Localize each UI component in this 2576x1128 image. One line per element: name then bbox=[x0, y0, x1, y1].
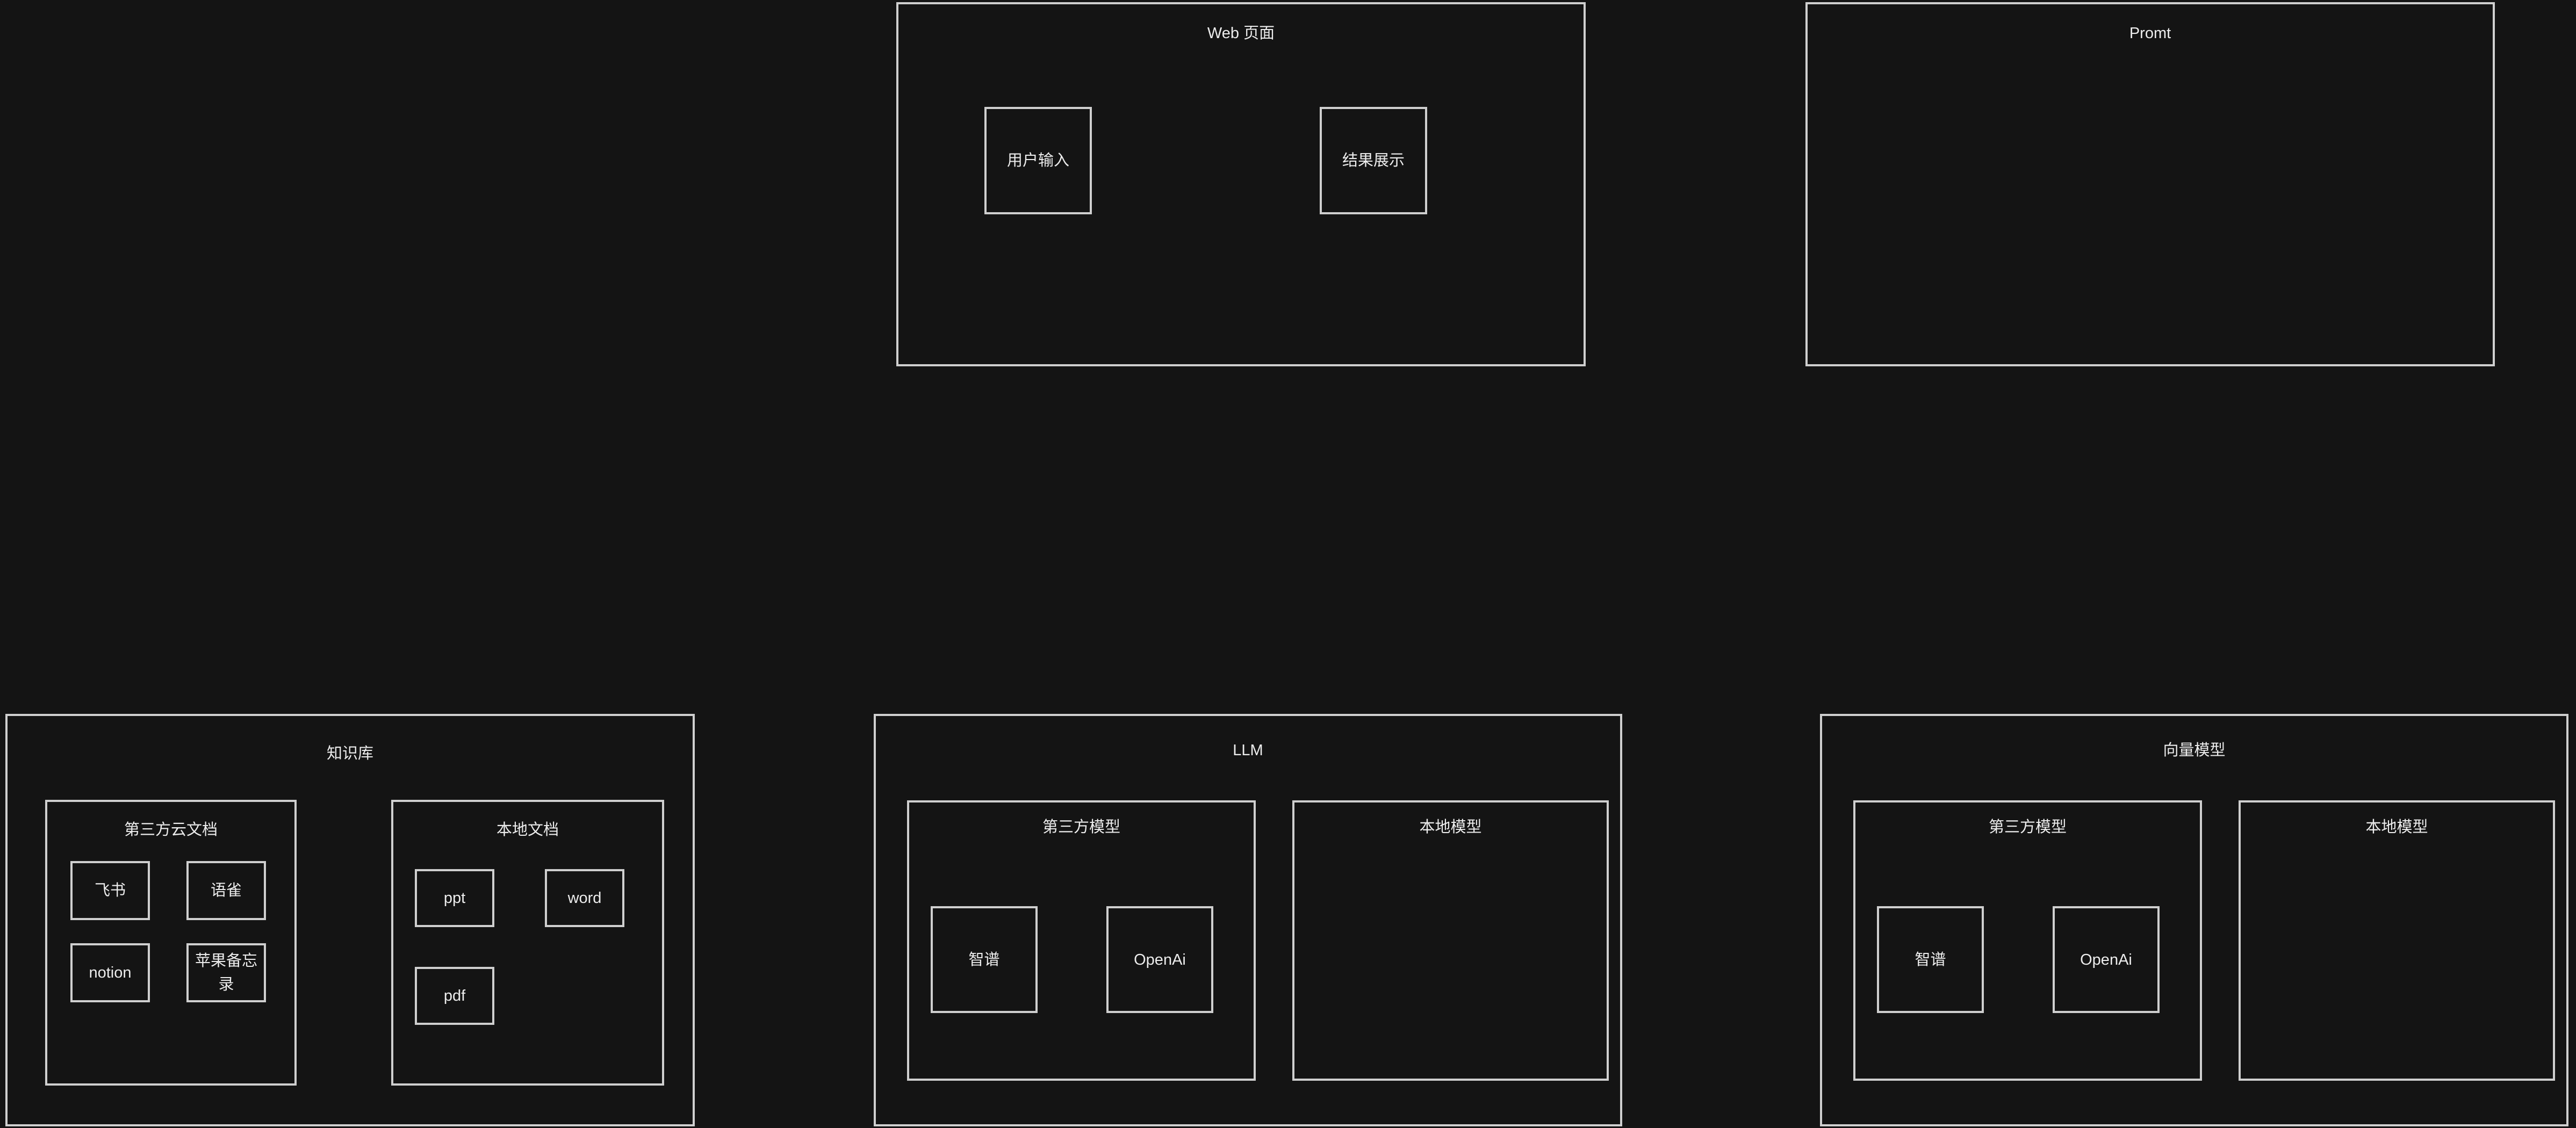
vector-third-party-container: 第三方模型 智谱 OpenAi bbox=[1853, 800, 2202, 1081]
cloud-docs-container: 第三方云文档 飞书 语雀 notion 苹果备忘录 bbox=[45, 800, 297, 1086]
llm-third-party-title: 第三方模型 bbox=[1042, 819, 1120, 836]
vector-local-title: 本地模型 bbox=[2365, 819, 2428, 836]
cloud-docs-title: 第三方云文档 bbox=[124, 821, 218, 838]
user-input-label: 用户输入 bbox=[1006, 152, 1069, 169]
llm-third-party-container: 第三方模型 智谱 OpenAi bbox=[907, 800, 1256, 1081]
promt-title: Promt bbox=[2129, 25, 2171, 42]
vector-zhipu-label: 智谱 bbox=[1915, 951, 1946, 968]
llm-openai-node: OpenAi bbox=[1106, 906, 1213, 1013]
llm-openai-label: OpenAi bbox=[1134, 951, 1186, 968]
promt-container: Promt bbox=[1805, 2, 2495, 366]
local-docs-title: 本地文档 bbox=[496, 821, 559, 838]
llm-title: LLM bbox=[1233, 742, 1263, 759]
pdf-node: pdf bbox=[415, 967, 494, 1025]
llm-container: LLM 第三方模型 智谱 OpenAi 本地模型 bbox=[874, 714, 1622, 1126]
web-page-title: Web 页面 bbox=[1207, 25, 1275, 42]
ppt-label: ppt bbox=[443, 890, 466, 907]
apple-notes-label: 苹果备忘录 bbox=[195, 952, 257, 993]
vector-model-container: 向量模型 第三方模型 智谱 OpenAi 本地模型 bbox=[1820, 714, 2568, 1126]
word-label: word bbox=[567, 890, 602, 907]
vector-openai-node: OpenAi bbox=[2053, 906, 2160, 1013]
knowledge-base-title: 知识库 bbox=[326, 745, 373, 762]
result-display-label: 结果展示 bbox=[1342, 152, 1405, 169]
knowledge-base-container: 知识库 第三方云文档 飞书 语雀 notion 苹果备忘录 本地文档 ppt w… bbox=[5, 714, 695, 1126]
llm-zhipu-node: 智谱 bbox=[931, 906, 1038, 1013]
vector-zhipu-node: 智谱 bbox=[1877, 906, 1984, 1013]
llm-zhipu-label: 智谱 bbox=[968, 951, 1000, 968]
vector-openai-label: OpenAi bbox=[2080, 951, 2132, 968]
vector-third-party-title: 第三方模型 bbox=[1988, 819, 2067, 836]
yuque-node: 语雀 bbox=[186, 861, 266, 920]
llm-local-title: 本地模型 bbox=[1419, 819, 1482, 836]
feishu-node: 飞书 bbox=[70, 861, 150, 920]
vector-model-title: 向量模型 bbox=[2163, 742, 2226, 759]
user-input-node: 用户输入 bbox=[984, 107, 1092, 214]
llm-local-container: 本地模型 bbox=[1292, 800, 1609, 1081]
web-page-container: Web 页面 用户输入 结果展示 bbox=[896, 2, 1586, 366]
local-docs-container: 本地文档 ppt word pdf bbox=[391, 800, 664, 1086]
feishu-label: 飞书 bbox=[94, 882, 126, 899]
word-node: word bbox=[545, 869, 624, 927]
vector-local-container: 本地模型 bbox=[2239, 800, 2555, 1081]
result-display-node: 结果展示 bbox=[1320, 107, 1427, 214]
ppt-node: ppt bbox=[415, 869, 494, 927]
pdf-label: pdf bbox=[443, 987, 466, 1004]
apple-notes-node: 苹果备忘录 bbox=[186, 943, 266, 1002]
yuque-label: 语雀 bbox=[210, 882, 242, 899]
notion-node: notion bbox=[70, 943, 150, 1002]
notion-label: notion bbox=[89, 964, 132, 981]
